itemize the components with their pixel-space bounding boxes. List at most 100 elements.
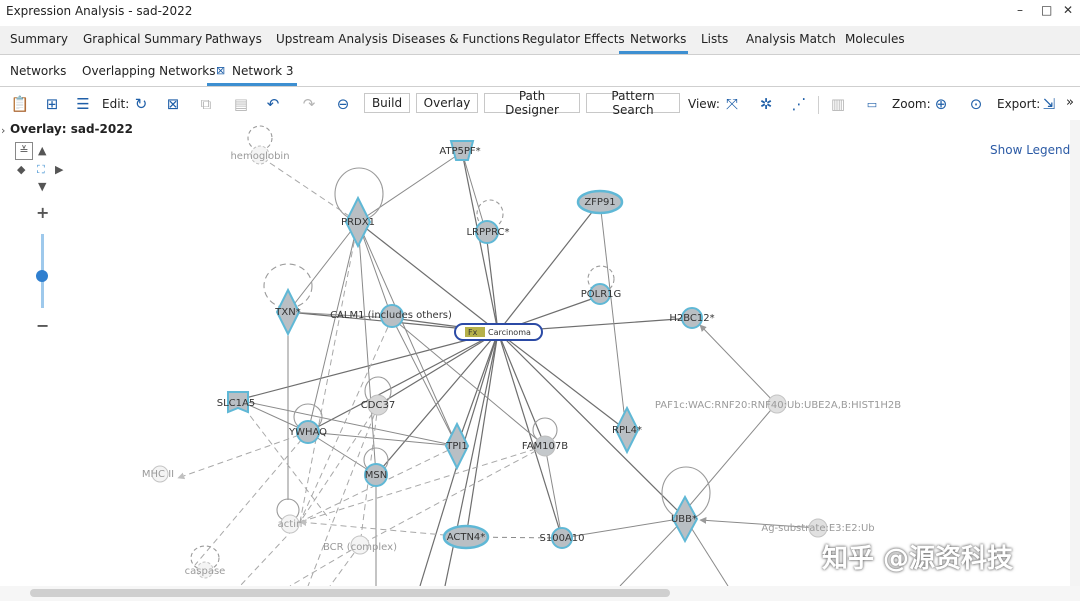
- text-toggle-icon[interactable]: ▭: [862, 94, 882, 114]
- node-rpl4[interactable]: RPL4*: [612, 405, 642, 455]
- export-icon[interactable]: ⇲: [1039, 94, 1059, 114]
- svg-text:MHC II: MHC II: [142, 469, 174, 480]
- refresh-icon[interactable]: ↻: [131, 94, 151, 114]
- node-actn4[interactable]: ACTN4*: [442, 524, 490, 550]
- svg-text:Fx: Fx: [468, 328, 478, 337]
- node-fam107b[interactable]: FAM107B: [522, 435, 568, 457]
- tab-upstream-analysis[interactable]: Upstream Analysis: [276, 32, 388, 46]
- zoom-plus-icon[interactable]: +: [36, 203, 49, 222]
- show-legend-link[interactable]: Show Legend: [990, 143, 1070, 157]
- node-slc1a5[interactable]: SLC1A5: [217, 391, 255, 414]
- build-button[interactable]: Build: [364, 93, 410, 113]
- svg-text:CALM1 (includes others): CALM1 (includes others): [330, 310, 452, 321]
- zoom-label: Zoom:: [892, 97, 931, 111]
- clipboard-icon[interactable]: 📋: [10, 94, 30, 114]
- node-bcr-complex[interactable]: BCR (complex): [323, 535, 397, 555]
- node-ywhaq[interactable]: YWHAQ: [288, 420, 327, 444]
- fit-view-icon[interactable]: ⤧: [722, 94, 742, 114]
- svg-text:LRPPRC*: LRPPRC*: [466, 227, 509, 238]
- node-prdx1[interactable]: PRDX1: [341, 195, 375, 249]
- zoom-in-icon[interactable]: ⊕: [931, 94, 951, 114]
- pan-up-icon[interactable]: ▲: [38, 144, 46, 157]
- watermark-text: 知乎 @源资科技: [822, 544, 1014, 574]
- node-h2bc12[interactable]: H2BC12*: [669, 307, 715, 329]
- main-tab-bar: Summary Graphical Summary Pathways Upstr…: [0, 26, 1080, 55]
- horizontal-scrollbar[interactable]: [0, 586, 1080, 601]
- maximize-button[interactable]: □: [1041, 3, 1052, 17]
- svg-text:PRDX1: PRDX1: [341, 217, 375, 228]
- paste-icon[interactable]: ▤: [231, 94, 251, 114]
- search-icon[interactable]: ⊖: [333, 94, 353, 114]
- add-molecule-icon[interactable]: ⊞: [42, 94, 62, 114]
- node-ag-substrate[interactable]: Ag-substrate:E3:E2:Ub: [761, 518, 875, 538]
- hierarchy-icon[interactable]: ⋰: [789, 94, 809, 114]
- svg-text:UBB*: UBB*: [671, 514, 697, 525]
- right-panel-edge[interactable]: [1070, 120, 1080, 590]
- tab-lists[interactable]: Lists: [701, 32, 728, 46]
- fit-center-icon[interactable]: ⛶: [37, 163, 45, 177]
- zoom-minus-icon[interactable]: −: [36, 316, 49, 335]
- svg-text:S100A10: S100A10: [540, 533, 585, 544]
- view-label: View:: [688, 97, 720, 111]
- columns-icon[interactable]: ▥: [828, 94, 848, 114]
- pattern-search-button[interactable]: Pattern Search: [586, 89, 680, 117]
- collapse-panel-icon[interactable]: ≚: [15, 142, 33, 160]
- toolbar-overflow[interactable]: »: [1066, 95, 1074, 110]
- node-actin[interactable]: actin: [278, 514, 303, 534]
- node-atp5pf[interactable]: ATP5PF*: [439, 140, 481, 161]
- node-msn[interactable]: MSN: [364, 463, 388, 487]
- minimize-button[interactable]: –: [1017, 3, 1023, 17]
- zoom-fit-icon[interactable]: ⊙: [966, 94, 986, 114]
- svg-text:hemoglobin: hemoglobin: [230, 151, 289, 162]
- svg-text:RPL4*: RPL4*: [612, 425, 642, 436]
- svg-text:MSN: MSN: [365, 470, 387, 481]
- node-hemoglobin[interactable]: hemoglobin: [230, 145, 290, 165]
- svg-text:ACTN4*: ACTN4*: [447, 532, 486, 543]
- tab-pathways[interactable]: Pathways: [205, 32, 262, 46]
- scrollbar-thumb[interactable]: [30, 589, 670, 597]
- pan-left-icon[interactable]: ◆: [17, 163, 25, 176]
- overlay-button[interactable]: Overlay: [416, 93, 478, 113]
- subtab-networks[interactable]: Networks: [10, 64, 66, 78]
- delete-grid-icon[interactable]: ⊠: [163, 94, 183, 114]
- node-mhcii[interactable]: MHC II: [142, 465, 174, 483]
- svg-text:Carcinoma: Carcinoma: [488, 328, 531, 337]
- network-layout-icon[interactable]: ✲: [756, 94, 776, 114]
- node-zfp91[interactable]: ZFP91: [576, 189, 624, 215]
- edit-label: Edit:: [102, 97, 130, 111]
- node-lrpprc[interactable]: LRPPRC*: [466, 220, 510, 244]
- pan-right-icon[interactable]: ▶: [55, 163, 63, 176]
- node-ubb[interactable]: UBB*: [671, 494, 699, 544]
- svg-text:PAF1c:WAC:RNF20:RNF40:Ub:UBE2A: PAF1c:WAC:RNF20:RNF40:Ub:UBE2A,B:HIST1H2…: [655, 400, 901, 411]
- tab-diseases-functions[interactable]: Diseases & Functions: [392, 32, 520, 46]
- collapse-arrow-icon[interactable]: ›: [1, 124, 5, 137]
- tab-molecules[interactable]: Molecules: [845, 32, 905, 46]
- svg-text:BCR (complex): BCR (complex): [323, 542, 397, 553]
- tab-analysis-match[interactable]: Analysis Match: [746, 32, 836, 46]
- subtab-network-3[interactable]: Network 3: [232, 64, 294, 78]
- network-graph[interactable]: hemoglobin ATP5PF* PRDX1 LRPPRC* ZFP91 P…: [0, 120, 1070, 586]
- redo-icon[interactable]: ↷: [299, 94, 319, 114]
- sub-tab-bar: Networks Overlapping Networks ⊠ Network …: [0, 56, 1080, 87]
- node-paf1c[interactable]: PAF1c:WAC:RNF20:RNF40:Ub:UBE2A,B:HIST1H2…: [655, 394, 901, 414]
- tab-regulator-effects[interactable]: Regulator Effects: [522, 32, 625, 46]
- close-button[interactable]: ✕: [1063, 3, 1073, 17]
- toolbar: 📋 ⊞ ☰ Edit: ↻ ⊠ ⧉ ▤ ↶ ↷ ⊖ Build Overlay …: [0, 88, 1080, 120]
- copy-icon[interactable]: ⧉: [196, 94, 216, 114]
- pan-down-icon[interactable]: ▼: [38, 180, 46, 193]
- tab-summary[interactable]: Summary: [10, 32, 68, 46]
- title-bar: Expression Analysis - sad-2022 – □ ✕: [0, 0, 1080, 24]
- window-title: Expression Analysis - sad-2022: [6, 4, 193, 18]
- zoom-slider-handle[interactable]: [36, 270, 48, 282]
- network-close-icon[interactable]: ⊠: [216, 64, 225, 77]
- node-txn[interactable]: TXN*: [274, 287, 301, 337]
- subtab-overlapping-networks[interactable]: Overlapping Networks: [82, 64, 216, 78]
- node-carcinoma[interactable]: Fx Carcinoma: [454, 323, 543, 341]
- node-s100a10[interactable]: S100A10: [540, 527, 585, 549]
- path-designer-button[interactable]: Path Designer: [484, 89, 580, 117]
- node-caspase[interactable]: caspase: [185, 561, 226, 579]
- list-icon[interactable]: ☰: [73, 94, 93, 114]
- tab-networks[interactable]: Networks: [630, 32, 686, 46]
- tab-graphical-summary[interactable]: Graphical Summary: [83, 32, 202, 46]
- undo-icon[interactable]: ↶: [263, 94, 283, 114]
